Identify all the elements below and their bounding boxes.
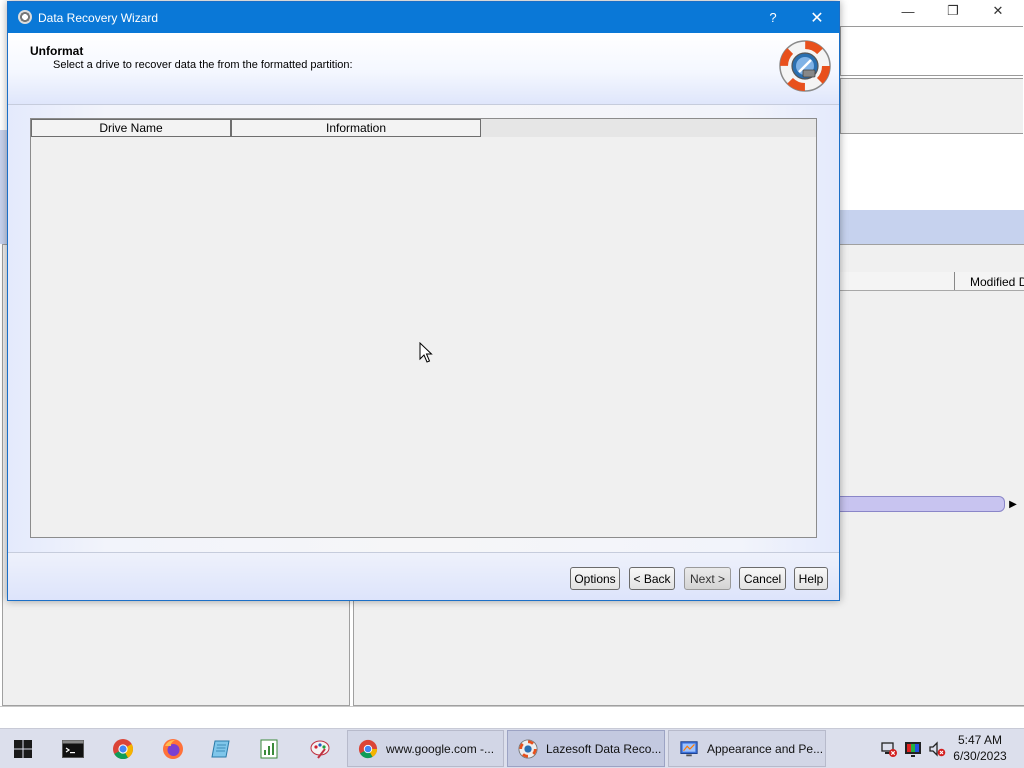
help-button[interactable]: Help: [794, 567, 828, 590]
firefox-icon[interactable]: [150, 729, 196, 768]
background-toolbar-secondary: [840, 78, 1023, 134]
column-header-information[interactable]: Information: [231, 119, 481, 137]
network-disconnected-icon[interactable]: [880, 740, 898, 758]
lifebuoy-icon: [779, 40, 831, 92]
column-header-drive-name[interactable]: Drive Name: [31, 119, 231, 137]
dialog-title-bar[interactable]: Data Recovery Wizard ? ✕: [8, 2, 839, 33]
scroll-right-arrow-icon[interactable]: ▶: [1006, 497, 1020, 511]
dialog-help-button[interactable]: ?: [750, 2, 796, 33]
background-close-button[interactable]: ✕: [975, 0, 1021, 22]
drive-list[interactable]: Drive Name Information: [30, 118, 817, 538]
options-button[interactable]: Options: [570, 567, 620, 590]
taskbar-task-label: Lazesoft Data Reco...: [546, 741, 662, 756]
chrome-icon[interactable]: [100, 729, 146, 768]
next-button[interactable]: Next >: [684, 567, 731, 590]
display-color-icon[interactable]: [904, 740, 922, 758]
taskbar-task-label: Appearance and Pe...: [707, 741, 824, 756]
taskbar-clock[interactable]: 5:47 AM 6/30/2023: [950, 732, 1010, 764]
wizard-step-subtitle: Select a drive to recover data the from …: [53, 59, 353, 71]
wizard-footer: Options < Back Next > Cancel Help: [8, 553, 839, 600]
windows-start-icon[interactable]: [0, 729, 46, 768]
lazesoft-icon: [518, 738, 538, 759]
spreadsheet-icon[interactable]: [246, 729, 292, 768]
background-toolbar: [840, 26, 1023, 76]
background-horizontal-scrollbar[interactable]: [840, 496, 1005, 512]
paint-icon[interactable]: [297, 729, 343, 768]
taskbar-task-label: www.google.com -...: [386, 741, 495, 756]
back-button[interactable]: < Back: [629, 567, 675, 590]
cancel-button[interactable]: Cancel: [739, 567, 786, 590]
taskbar-task-lazesoft[interactable]: Lazesoft Data Reco...: [507, 730, 665, 767]
clock-date: 6/30/2023: [953, 749, 1007, 763]
clock-time: 5:47 AM: [957, 733, 1003, 747]
chrome-icon: [358, 739, 378, 758]
wizard-step-title: Unformat: [30, 44, 84, 58]
mouse-cursor-icon: [419, 342, 433, 363]
data-recovery-wizard-dialog: Data Recovery Wizard ? ✕ Unformat Select…: [7, 1, 840, 601]
speaker-muted-icon[interactable]: [928, 740, 946, 758]
dialog-close-button[interactable]: ✕: [794, 2, 840, 33]
wizard-body: Drive Name Information: [8, 105, 839, 553]
taskbar-task-control-panel[interactable]: Appearance and Pe...: [668, 730, 826, 767]
taskbar: www.google.com -... Lazesoft Data Reco..…: [0, 728, 1024, 768]
terminal-icon[interactable]: [50, 729, 96, 768]
background-column-modified[interactable]: Modified D: [954, 272, 1024, 290]
taskbar-task-chrome[interactable]: www.google.com -...: [347, 730, 504, 767]
drive-list-header: Drive Name Information: [31, 119, 816, 137]
control-panel-icon: [680, 740, 698, 756]
app-disc-icon: [18, 10, 32, 24]
dialog-title: Data Recovery Wizard: [38, 11, 159, 25]
background-minimize-button[interactable]: —: [885, 0, 931, 22]
wizard-header: Unformat Select a drive to recover data …: [8, 33, 839, 105]
background-restore-button[interactable]: ❐: [930, 0, 976, 22]
notepad-icon[interactable]: [198, 729, 244, 768]
background-status-bar: [0, 706, 1024, 729]
